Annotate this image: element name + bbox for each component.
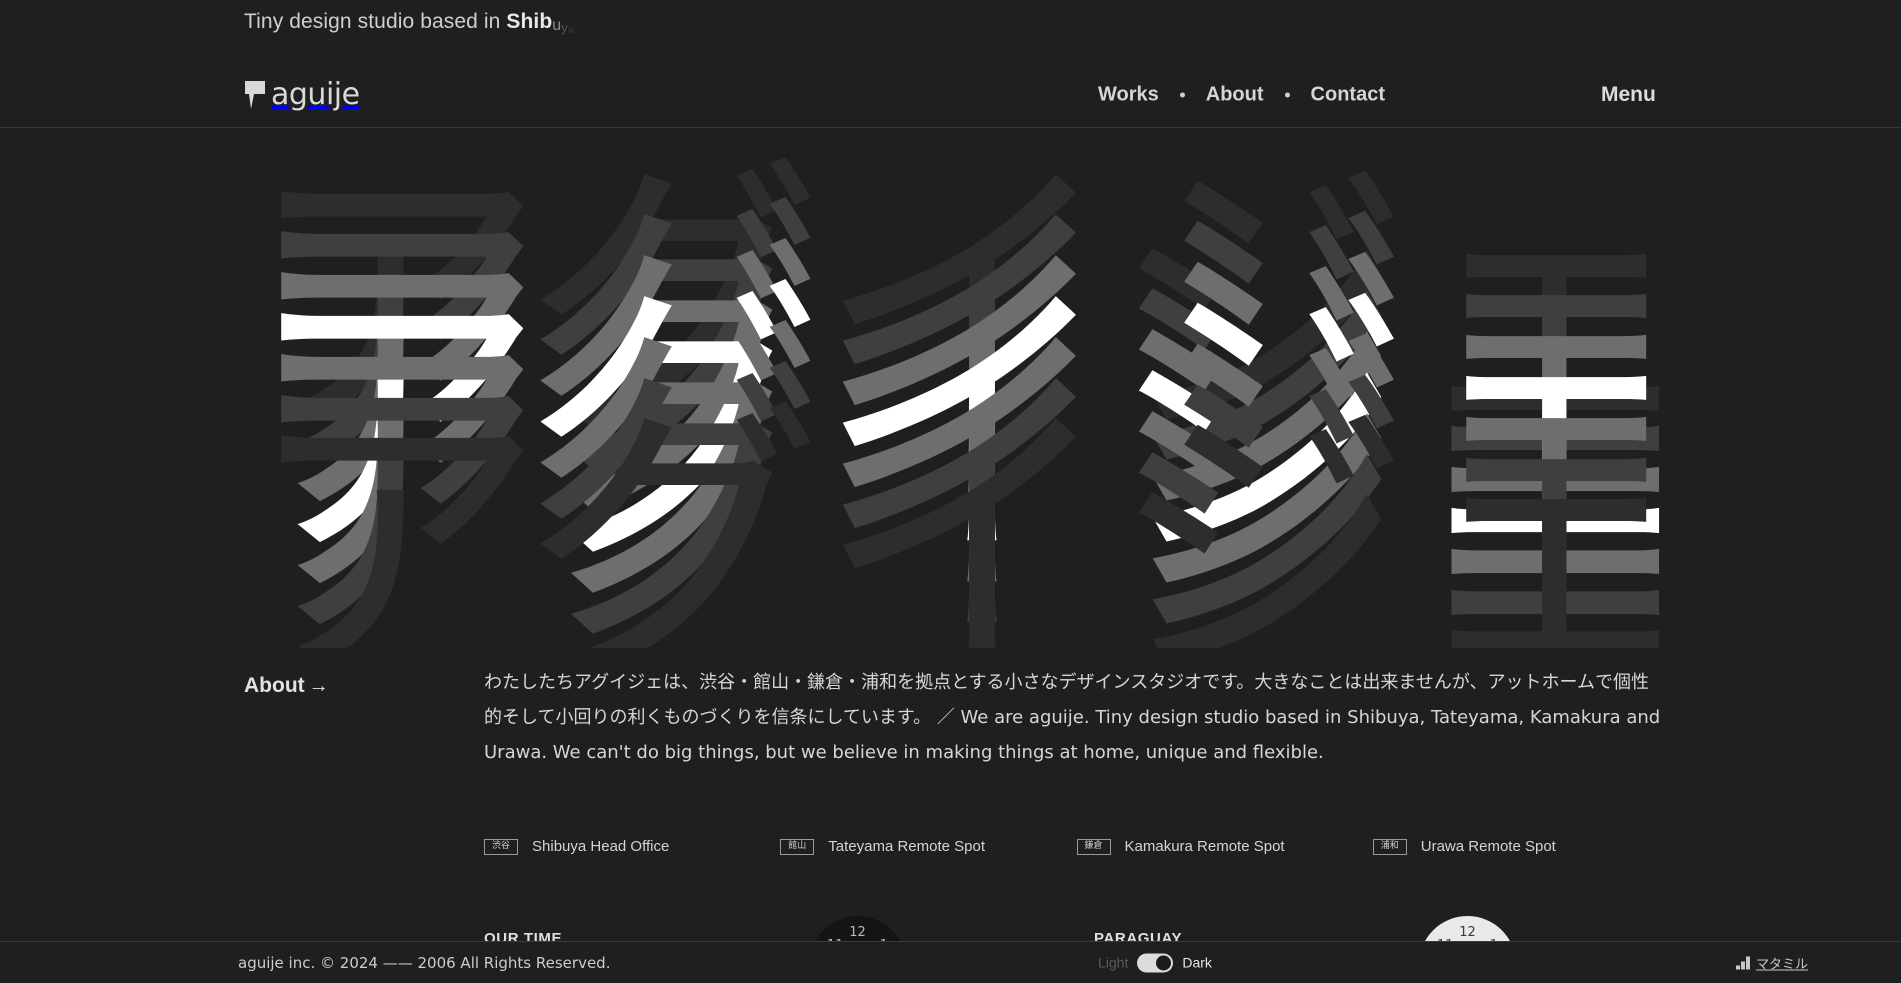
brand-logo[interactable]: aguije (244, 80, 360, 110)
arrow-right-icon: → (308, 675, 329, 697)
hero-ghost-down-3: アグイジェ (244, 375, 1705, 649)
clock-tick-12: 12 (849, 925, 866, 940)
copyright-text: aguije inc. © 2024 —— 2006 All Rights Re… (238, 953, 611, 972)
about-paragraph: わたしたちアグイジェは、渋谷・館山・鎌倉・浦和を拠点とする小さなデザインスタジオ… (484, 672, 1661, 763)
theme-label-light[interactable]: Light (1098, 955, 1128, 971)
site-footer: aguije inc. © 2024 —— 2006 All Rights Re… (0, 941, 1901, 983)
site-header: aguije Works About Contact Menu (0, 62, 1901, 128)
location-badge: 鎌倉 (1076, 838, 1111, 855)
promo-fade-1: u (552, 17, 562, 34)
location-item: 渋谷 Shibuya Head Office (484, 838, 780, 855)
promo-bold: Shib (506, 10, 553, 33)
theme-switch[interactable] (1137, 953, 1174, 972)
location-badge: 渋谷 (484, 838, 519, 855)
credit-label: マタミル (1755, 957, 1808, 972)
theme-toggle[interactable]: Light Dark (1098, 953, 1212, 972)
brand-wordmark: aguije (271, 77, 360, 112)
location-badge: 館山 (780, 838, 815, 855)
menu-button[interactable]: Menu (1601, 83, 1656, 107)
promo-text: Tiny design studio based in Shibuya (244, 10, 574, 36)
location-badge: 浦和 (1372, 838, 1407, 855)
hero-section: アグイジェ アグイジェ アグイジェ アグイジェ アグイジェ アグイジェ アグイジ… (0, 128, 1901, 649)
hero-typography: アグイジェ アグイジェ アグイジェ アグイジェ アグイジェ アグイジェ アグイジ… (244, 128, 1705, 649)
promo-lead: Tiny design studio based in (244, 10, 507, 33)
locations-list: 渋谷 Shibuya Head Office 館山 Tateyama Remot… (484, 838, 1669, 855)
about-link[interactable]: About → (244, 674, 329, 698)
nav-item-works[interactable]: Works (1096, 84, 1161, 107)
theme-switch-knob (1156, 955, 1172, 970)
nav-separator-dot (1179, 92, 1185, 98)
promo-fade-2: y (561, 20, 568, 35)
nav-separator-dot (1284, 92, 1290, 98)
location-item: 浦和 Urawa Remote Spot (1372, 838, 1669, 855)
promo-fade-3: a (567, 24, 575, 36)
nav-item-contact[interactable]: Contact (1309, 84, 1387, 107)
location-item: 鎌倉 Kamakura Remote Spot (1076, 838, 1373, 855)
primary-nav: Works About Contact (1096, 84, 1387, 107)
theme-label-dark[interactable]: Dark (1182, 955, 1212, 971)
clock-tick-12: 12 (1459, 925, 1476, 940)
location-item: 館山 Tateyama Remote Spot (780, 838, 1076, 855)
location-name: Shibuya Head Office (532, 838, 670, 855)
location-name: Kamakura Remote Spot (1124, 838, 1285, 855)
location-name: Tateyama Remote Spot (828, 838, 986, 855)
credit-link[interactable]: マタミル (1735, 953, 1808, 972)
nav-item-about[interactable]: About (1204, 84, 1266, 107)
about-link-label: About (244, 674, 305, 697)
speech-bubble-icon (245, 81, 265, 109)
location-name: Urawa Remote Spot (1420, 838, 1556, 855)
bar-chart-icon (1735, 956, 1750, 969)
